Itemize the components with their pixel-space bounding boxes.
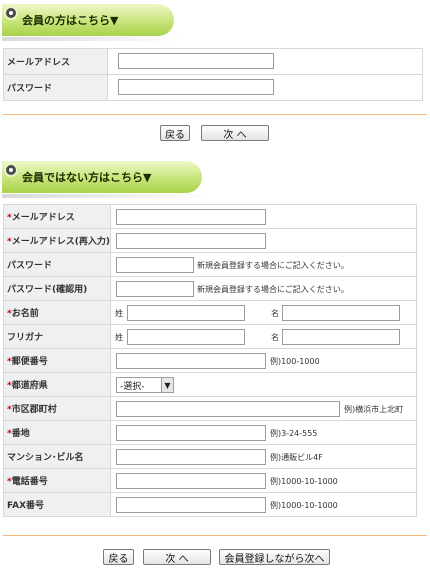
password-label: パスワード: [3, 74, 108, 101]
member-login-form: メールアドレス パスワード: [3, 48, 423, 101]
phone-example: 例)1000-10-1000: [269, 477, 338, 486]
member-next-button[interactable]: 次 へ: [201, 125, 269, 141]
password-input[interactable]: [115, 257, 194, 273]
table-row: メールアドレス: [3, 48, 423, 75]
building-example: 例)通販ビル4F: [269, 453, 323, 462]
address-input[interactable]: [115, 425, 266, 441]
prefecture-select-value: -選択-: [119, 381, 145, 392]
member-section-tab: 会員の方はこちら▼: [2, 4, 174, 36]
email-confirm-label: *メールアドレス(再入力): [3, 228, 111, 253]
city-example: 例)横浜市上北町: [343, 405, 404, 414]
table-row: *電話番号 例)1000-10-1000: [3, 468, 418, 493]
next-button[interactable]: 次 へ: [143, 549, 211, 565]
fax-label: FAX番号: [3, 492, 111, 517]
zip-label: *郵便番号: [3, 348, 111, 373]
last-name-input[interactable]: [126, 305, 245, 321]
nonmember-section-title: 会員ではない方はこちら▼: [22, 171, 152, 184]
city-input[interactable]: [115, 401, 340, 417]
back-button[interactable]: 戻る: [103, 549, 134, 565]
divider: [3, 535, 427, 536]
address-example: 例)3-24-555: [269, 429, 318, 438]
fax-input[interactable]: [115, 497, 266, 513]
zip-input[interactable]: [115, 353, 266, 369]
name-label: *お名前: [3, 300, 111, 325]
table-row: *郵便番号 例)100-1000: [3, 348, 418, 373]
phone-input[interactable]: [115, 473, 266, 489]
furigana-mei-label: 名: [270, 333, 279, 342]
password-label: パスワード: [3, 252, 111, 277]
email-label: メールアドレス: [3, 48, 108, 75]
first-name-input[interactable]: [281, 305, 400, 321]
password-confirm-input[interactable]: [115, 281, 194, 297]
first-name-kana-input[interactable]: [281, 329, 400, 345]
nonmember-section-tab: 会員ではない方はこちら▼: [2, 161, 202, 193]
table-row: フリガナ 姓 名: [3, 324, 418, 349]
member-section-title: 会員の方はこちら▼: [22, 14, 119, 27]
password-confirm-note: 新規会員登録する場合にご記入ください。: [196, 285, 349, 294]
email-confirm-input[interactable]: [115, 233, 266, 249]
last-name-kana-input[interactable]: [126, 329, 245, 345]
nonmember-form: *メールアドレス *メールアドレス(再入力) パスワード 新規会員登録する場合に…: [3, 204, 418, 517]
password-confirm-label: パスワード(確認用): [3, 276, 111, 301]
table-row: パスワード(確認用) 新規会員登録する場合にご記入ください。: [3, 276, 418, 301]
password-note: 新規会員登録する場合にご記入ください。: [196, 261, 349, 270]
bullet-icon: [4, 163, 18, 177]
zip-example: 例)100-1000: [269, 357, 320, 366]
table-row: パスワード 新規会員登録する場合にご記入ください。: [3, 252, 418, 277]
phone-label: *電話番号: [3, 468, 111, 493]
member-email-input[interactable]: [118, 53, 274, 69]
building-input[interactable]: [115, 449, 266, 465]
table-row: FAX番号 例)1000-10-1000: [3, 492, 418, 517]
prefecture-select[interactable]: -選択- ▼: [115, 377, 174, 393]
table-row: *市区郡町村 例)横浜市上北町: [3, 396, 418, 421]
table-row: *メールアドレス: [3, 204, 418, 229]
divider: [3, 114, 427, 115]
name-mei-label: 名: [270, 309, 279, 318]
email-input[interactable]: [115, 209, 266, 225]
furigana-label: フリガナ: [3, 324, 111, 349]
member-back-button[interactable]: 戻る: [160, 125, 190, 141]
table-row: マンション･ビル名 例)通販ビル4F: [3, 444, 418, 469]
fax-example: 例)1000-10-1000: [269, 501, 338, 510]
tab-shadow: [2, 194, 212, 198]
name-sei-label: 姓: [114, 309, 123, 318]
register-and-next-button[interactable]: 会員登録しながら次へ: [219, 549, 330, 565]
table-row: *お名前 姓 名: [3, 300, 418, 325]
prefecture-label: *都道府県: [3, 372, 111, 397]
member-password-input[interactable]: [118, 79, 274, 95]
table-row: *メールアドレス(再入力): [3, 228, 418, 253]
address-label: *番地: [3, 420, 111, 445]
chevron-down-icon[interactable]: ▼: [160, 378, 173, 392]
bullet-icon: [4, 6, 18, 20]
table-row: *都道府県 -選択- ▼: [3, 372, 418, 397]
table-row: *番地 例)3-24-555: [3, 420, 418, 445]
city-label: *市区郡町村: [3, 396, 111, 421]
building-label: マンション･ビル名: [3, 444, 111, 469]
tab-shadow: [2, 37, 182, 41]
furigana-sei-label: 姓: [114, 333, 123, 342]
email-label: *メールアドレス: [3, 204, 111, 229]
table-row: パスワード: [3, 74, 423, 101]
